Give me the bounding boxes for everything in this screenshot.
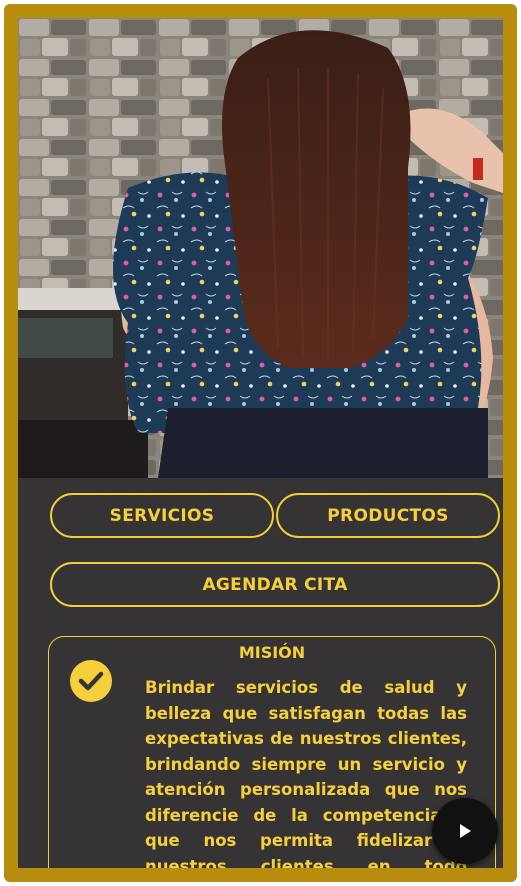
mision-title: MISIÓN: [238, 643, 306, 662]
check-circle-icon: [69, 659, 113, 703]
content-area: SERVICIOS PRODUCTOS AGENDAR CITA MISIÓN …: [18, 478, 503, 876]
agendar-cita-button[interactable]: AGENDAR CITA: [50, 562, 500, 607]
servicios-button[interactable]: SERVICIOS: [50, 493, 274, 538]
mision-card: MISIÓN Brindar servicios de salud y bell…: [48, 636, 496, 876]
play-icon: [460, 824, 471, 838]
productos-button[interactable]: PRODUCTOS: [276, 493, 500, 538]
mision-text: Brindar servicios de salud y belleza que…: [145, 678, 467, 876]
play-button[interactable]: [432, 798, 498, 864]
hero-image: [18, 18, 503, 478]
app-frame: SERVICIOS PRODUCTOS AGENDAR CITA MISIÓN …: [4, 4, 517, 882]
